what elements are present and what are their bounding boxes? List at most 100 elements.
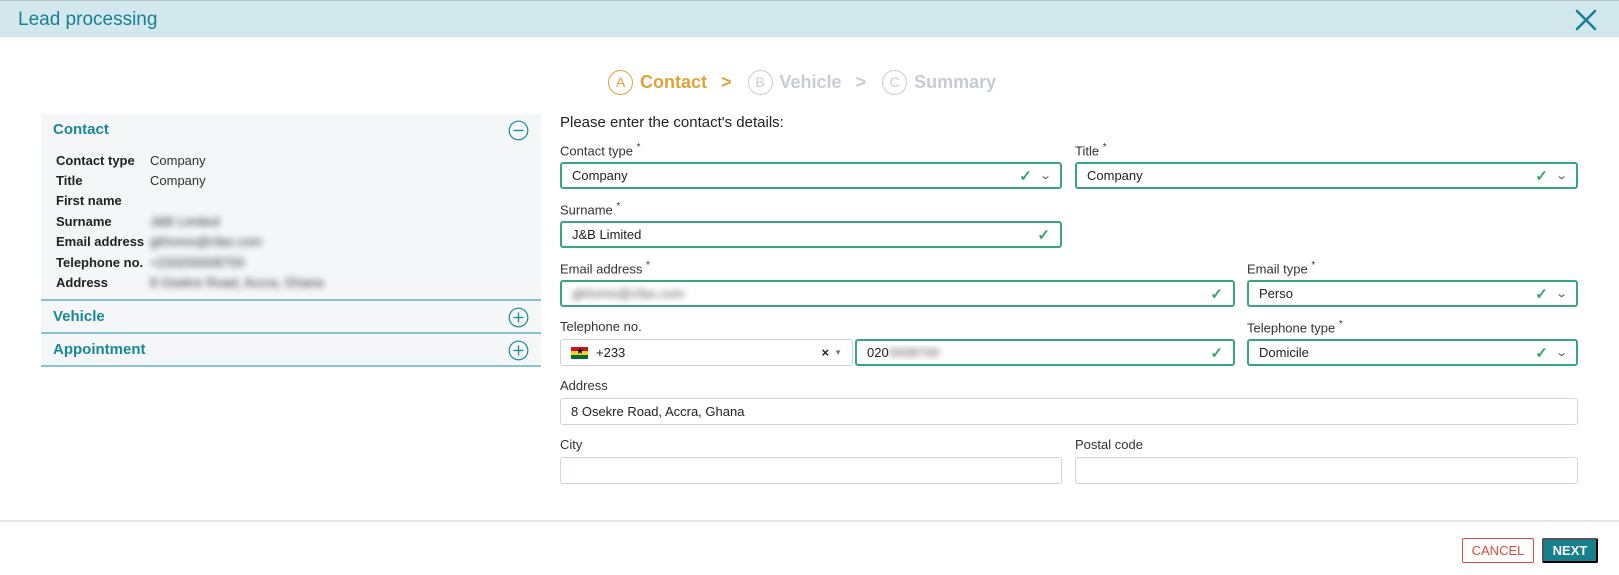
field-label: Contact type *	[560, 142, 1062, 162]
label-text: Contact type	[560, 143, 633, 159]
check-icon: ✓	[1019, 167, 1032, 185]
check-icon: ✓	[1037, 226, 1050, 244]
label-text: Title	[1075, 143, 1100, 159]
detail-row: Title Company	[41, 170, 541, 190]
telephone-type-field: Telephone type * Domicile ✓ ⌄	[1247, 319, 1578, 366]
city-field: City	[560, 437, 1062, 484]
city-input[interactable]	[560, 457, 1062, 484]
chevron-down-icon[interactable]: ⌄	[1555, 346, 1568, 359]
postal-code-input[interactable]	[1075, 457, 1578, 484]
email-field: Email address * gkhomo@cfao.com ✓	[560, 260, 1235, 307]
step-separator: >	[855, 71, 867, 92]
address-input[interactable]: 8 Osekre Road, Accra, Ghana	[560, 398, 1578, 425]
form-intro: Please enter the contact's details:	[560, 114, 784, 131]
field-label: Surname *	[560, 201, 1062, 221]
ghana-flag-icon	[571, 346, 588, 359]
label-text: Telephone type	[1247, 320, 1336, 336]
close-icon[interactable]	[1573, 7, 1599, 33]
required-mark: *	[1338, 319, 1343, 330]
next-button[interactable]: NEXT	[1542, 538, 1598, 563]
detail-row: Telephone no. +233200008700	[41, 252, 541, 272]
accordion-title: Vehicle	[53, 307, 105, 325]
select-value: Company	[572, 168, 628, 183]
step-contact[interactable]: A Contact	[608, 69, 707, 95]
plus-circle-icon[interactable]	[508, 307, 529, 328]
select-value: Perso	[1259, 286, 1293, 301]
step-separator: >	[721, 71, 732, 92]
field-label: Address	[560, 378, 608, 393]
detail-value: Company	[150, 173, 206, 189]
step-letter: A	[608, 69, 633, 95]
required-mark: *	[1311, 260, 1316, 271]
detail-row: First name	[41, 191, 541, 211]
detail-value: Company	[150, 152, 206, 168]
required-mark: *	[616, 201, 621, 212]
step-letter: C	[882, 69, 908, 95]
detail-value: +233200008700	[150, 254, 245, 270]
email-type-select[interactable]: Perso ✓ ⌄	[1247, 280, 1578, 307]
phone-rest: 0008700	[888, 345, 940, 360]
dialog-title: Lead processing	[18, 9, 158, 30]
label-text: Email address	[560, 261, 643, 277]
detail-value: gkhomo@cfao.com	[150, 234, 263, 250]
plus-circle-icon[interactable]	[508, 340, 529, 361]
accordion-vehicle: Vehicle	[41, 300, 541, 334]
chevron-down-icon[interactable]: ⌄	[1555, 169, 1568, 182]
label-text: Surname	[560, 202, 613, 218]
select-value: Domicile	[1259, 345, 1309, 360]
contact-type-field: Contact type * Company ✓ ⌄	[560, 142, 1062, 189]
check-icon: ✓	[1210, 344, 1223, 362]
step-vehicle[interactable]: B Vehicle	[747, 69, 842, 95]
chevron-down-icon[interactable]: ⌄	[1039, 169, 1052, 182]
telephone-group: +233 × ▼ 0200008700 ✓	[560, 339, 1235, 366]
step-summary[interactable]: C Summary	[882, 69, 996, 95]
email-input[interactable]: gkhomo@cfao.com ✓	[560, 280, 1235, 307]
telephone-input[interactable]: 0200008700 ✓	[855, 339, 1235, 366]
detail-value: 8 Osekre Road, Accra, Ghana	[150, 275, 324, 291]
check-icon: ✓	[1210, 285, 1223, 303]
field-label: Email address *	[560, 260, 1235, 280]
surname-input[interactable]: J&B Limited ✓	[560, 221, 1062, 248]
detail-row: Contact type Company	[41, 150, 541, 170]
contact-type-select[interactable]: Company ✓ ⌄	[560, 162, 1062, 189]
summary-panel: Contact Contact type Company Title Company…	[41, 114, 541, 367]
detail-row: Address 8 Osekre Road, Accra, Ghana	[41, 272, 541, 292]
wizard-stepper: A Contact > B Vehicle > C Summary	[608, 68, 996, 96]
accordion-title: Appointment	[53, 340, 146, 358]
select-value: Company	[1087, 168, 1143, 183]
input-value: J&B Limited	[572, 227, 642, 242]
detail-row: Surname J&B Limited	[41, 211, 541, 231]
accordion-header-appointment[interactable]: Appointment	[41, 333, 541, 367]
title-select[interactable]: Company ✓ ⌄	[1075, 162, 1578, 189]
address-field: Address 8 Osekre Road, Accra, Ghana	[560, 378, 1578, 425]
accordion-header-contact[interactable]: Contact	[41, 114, 541, 146]
field-label: Email type *	[1247, 260, 1578, 280]
step-label: Contact	[640, 71, 707, 92]
field-label: City	[560, 437, 583, 452]
chevron-down-icon[interactable]: ⌄	[1555, 287, 1568, 300]
check-icon: ✓	[1535, 344, 1548, 362]
accordion-header-vehicle[interactable]: Vehicle	[41, 300, 541, 334]
step-letter: B	[747, 69, 773, 95]
detail-key: First name	[56, 193, 122, 209]
title-field: Title * Company ✓ ⌄	[1075, 142, 1578, 189]
clear-icon[interactable]: ×	[821, 345, 829, 360]
chevron-down-icon[interactable]: ▼	[834, 348, 842, 357]
field-label: Title *	[1075, 142, 1578, 162]
cancel-button[interactable]: CANCEL	[1462, 538, 1534, 563]
accordion-appointment: Appointment	[41, 333, 541, 367]
country-code-select[interactable]: +233 × ▼	[560, 339, 853, 366]
postal-code-field: Postal code	[1075, 437, 1578, 484]
telephone-type-select[interactable]: Domicile ✓ ⌄	[1247, 339, 1578, 366]
contact-details: Contact type Company Title Company First n…	[41, 146, 541, 301]
email-type-field: Email type * Perso ✓ ⌄	[1247, 260, 1578, 307]
input-value: 0200008700	[867, 345, 1204, 360]
label-text: Email type	[1247, 261, 1308, 277]
minus-circle-icon[interactable]	[508, 120, 529, 141]
detail-key: Title	[56, 173, 83, 189]
detail-key: Contact type	[56, 152, 135, 168]
check-icon: ✓	[1535, 167, 1548, 185]
detail-value: J&B Limited	[150, 213, 220, 229]
dialog-titlebar: Lead processing	[0, 0, 1619, 37]
detail-key: Telephone no.	[56, 254, 144, 270]
